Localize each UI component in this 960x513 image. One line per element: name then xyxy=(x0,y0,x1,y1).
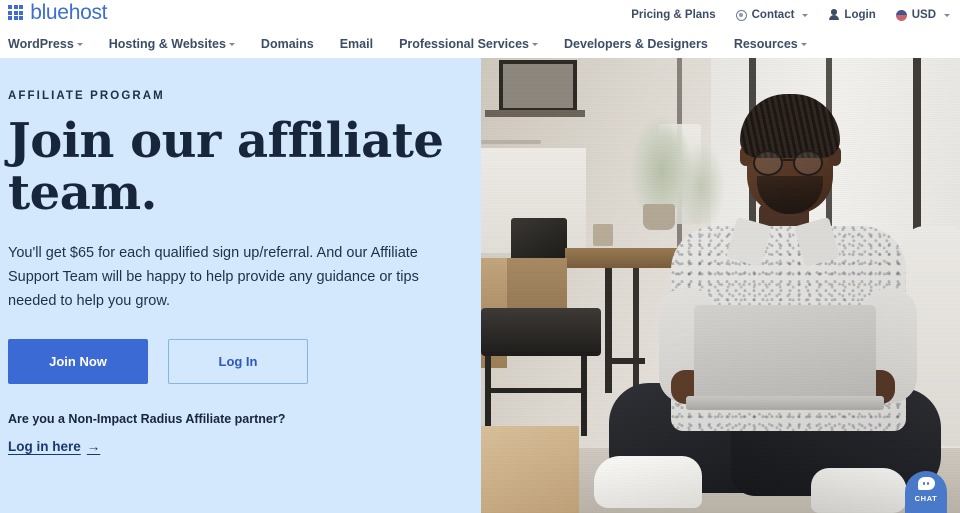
nav-item-developers-and-designers[interactable]: Developers & Designers xyxy=(564,37,708,51)
page-title: Join our affiliate team. xyxy=(8,113,444,221)
chevron-down-icon xyxy=(944,13,950,17)
brand-name: bluehost xyxy=(30,1,108,24)
us-flag-icon xyxy=(895,9,907,21)
nav-item-label: Email xyxy=(339,37,374,51)
nav-item-domains[interactable]: Domains xyxy=(261,37,314,51)
main-nav: WordPress Hosting & Websites Domains Ema… xyxy=(0,30,960,58)
nav-item-wordpress[interactable]: WordPress xyxy=(8,37,83,51)
chevron-down-icon xyxy=(800,42,807,46)
partner-login-link-label: Log in here xyxy=(8,439,81,454)
utility-nav-item-currency[interactable]: USD xyxy=(895,9,950,21)
utility-nav-label: Login xyxy=(844,9,876,21)
nav-item-professional-services[interactable]: Professional Services xyxy=(399,37,539,51)
nav-item-hosting-and-websites[interactable]: Hosting & Websites xyxy=(109,37,235,51)
nav-item-label: Developers & Designers xyxy=(564,37,708,51)
partner-login-link[interactable]: Log in here → xyxy=(8,439,100,454)
headset-icon xyxy=(735,9,747,21)
utility-nav-item-login[interactable]: Login xyxy=(828,9,876,21)
nav-item-label: Hosting & Websites xyxy=(108,37,226,51)
nav-item-email[interactable]: Email xyxy=(340,37,373,51)
hero-content: AFFILIATE PROGRAM Join our affiliate tea… xyxy=(0,58,481,513)
chat-widget-button[interactable]: CHAT xyxy=(905,471,947,513)
log-in-button[interactable]: Log In xyxy=(168,339,308,384)
arrow-right-icon: → xyxy=(86,439,101,454)
nav-item-label: Professional Services xyxy=(399,37,530,51)
utility-nav-label: USD xyxy=(911,9,936,21)
nav-item-label: Domains xyxy=(260,37,314,51)
chat-widget-label: CHAT xyxy=(914,494,938,503)
page-root: bluehost Pricing & Plans Contact Login U… xyxy=(0,0,960,513)
user-icon xyxy=(828,9,839,21)
nav-item-resources[interactable]: Resources xyxy=(734,37,807,51)
chevron-down-icon xyxy=(228,42,235,46)
utility-nav-item-pricing-and-plans[interactable]: Pricing & Plans xyxy=(631,9,715,21)
hero-section: AFFILIATE PROGRAM Join our affiliate tea… xyxy=(0,58,960,513)
hero-eyebrow: AFFILIATE PROGRAM xyxy=(8,90,165,102)
utility-nav: Pricing & Plans Contact Login USD xyxy=(631,0,950,30)
utility-nav-label: Pricing & Plans xyxy=(631,9,716,21)
hero-button-row: Join Now Log In xyxy=(8,339,463,384)
nav-item-label: WordPress xyxy=(8,37,74,51)
bluehost-logo[interactable]: bluehost xyxy=(8,2,107,23)
chevron-down-icon xyxy=(532,42,539,46)
chevron-down-icon xyxy=(802,13,809,17)
top-utility-bar: bluehost Pricing & Plans Contact Login U… xyxy=(0,0,960,30)
utility-nav-item-contact[interactable]: Contact xyxy=(735,9,809,21)
join-now-button[interactable]: Join Now xyxy=(8,339,148,384)
grid-squares-icon xyxy=(8,4,24,21)
partner-question: Are you a Non-Impact Radius Affiliate pa… xyxy=(8,412,286,426)
utility-nav-label: Contact xyxy=(751,9,795,21)
nav-item-label: Resources xyxy=(733,37,798,51)
chat-bubble-icon xyxy=(917,477,935,490)
hero-description: You'll get $65 for each qualified sign u… xyxy=(8,245,419,309)
chevron-down-icon xyxy=(76,42,83,46)
hero-photo xyxy=(481,58,960,513)
